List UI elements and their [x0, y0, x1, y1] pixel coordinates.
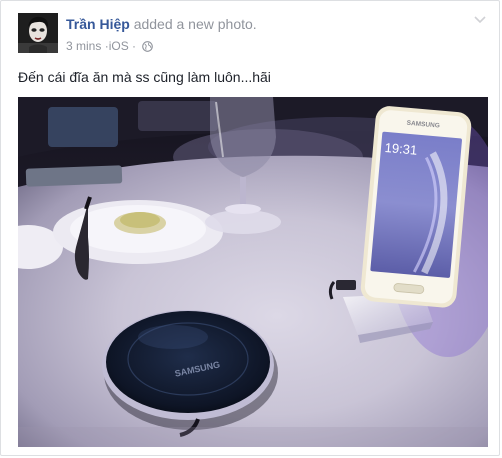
post-photo[interactable]: SAMSUNG SAMSUNG 19:31 — [18, 97, 488, 447]
post-meta: 3 mins ·iOS · — [66, 38, 154, 56]
post-timestamp-link[interactable]: 3 mins — [66, 39, 101, 53]
meta-separator: · — [132, 39, 137, 53]
post-options-chevron-icon[interactable] — [471, 13, 489, 25]
post-action-text: added a new photo. — [133, 16, 257, 32]
feed-post-card: Trần Hiệp added a new photo. 3 mins ·iOS… — [0, 0, 500, 456]
avatar[interactable] — [18, 13, 58, 53]
globe-icon[interactable] — [142, 40, 154, 56]
post-source: iOS — [108, 39, 129, 53]
post-text: Đến cái đĩa ăn mà ss cũng làm luôn...hãi — [18, 69, 271, 85]
phone-clock: 19:31 — [384, 140, 418, 158]
author-name-link[interactable]: Trần Hiệp — [66, 16, 130, 32]
post-header: Trần Hiệp added a new photo. — [66, 14, 257, 34]
